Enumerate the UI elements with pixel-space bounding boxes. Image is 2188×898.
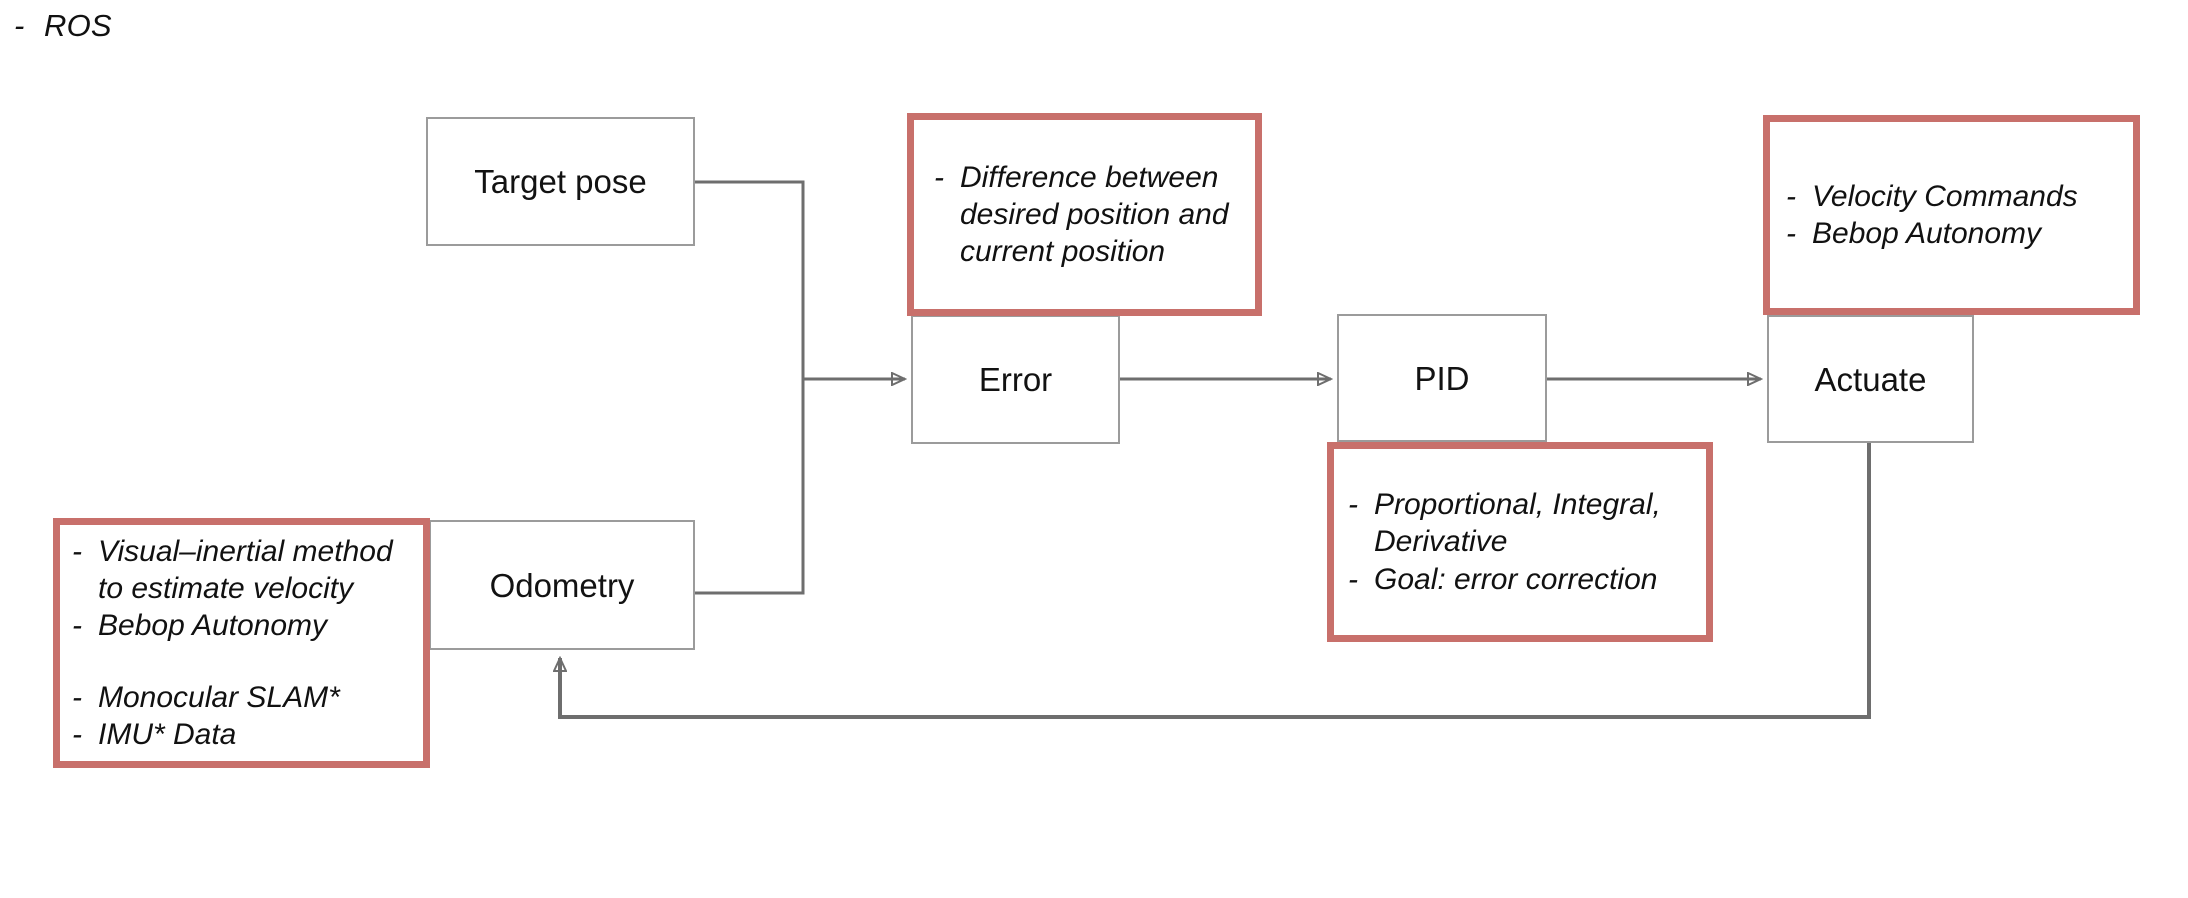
node-odometry-label: Odometry xyxy=(489,566,635,604)
annotation-odometry-spacer xyxy=(72,645,411,679)
annotation-odometry-bullet: - IMU* Data xyxy=(72,716,411,753)
bullet-dash: - xyxy=(72,717,82,751)
bullet-text: Bebop Autonomy xyxy=(98,609,328,643)
node-actuate[interactable]: Actuate xyxy=(1767,315,1974,443)
bullet-text: Proportional, Integral, Derivative xyxy=(1374,488,1661,559)
node-actuate-label: Actuate xyxy=(1814,360,1927,398)
annotation-pid: - Proportional, Integral, Derivative - G… xyxy=(1327,442,1713,642)
bullet-text: Velocity Commands xyxy=(1812,179,2078,213)
annotation-actuate-bullet: - Velocity Commands xyxy=(1786,178,2117,215)
annotation-actuate-list: - Velocity Commands - Bebop Autonomy xyxy=(1786,178,2117,252)
annotation-actuate-bullet: - Bebop Autonomy xyxy=(1786,215,2117,252)
diagram-canvas: - ROS Target pose Error PID Actuate Odom… xyxy=(0,0,2188,898)
annotation-odometry: - Visual–inertial method to estimate vel… xyxy=(53,518,430,768)
annotation-error: - Difference between desired position an… xyxy=(907,113,1262,316)
annotation-odometry-bullet: - Bebop Autonomy xyxy=(72,607,411,644)
annotation-odometry-bullet: - Visual–inertial method to estimate vel… xyxy=(72,533,411,607)
node-error-label: Error xyxy=(978,361,1053,398)
bullet-text: Visual–inertial method to estimate veloc… xyxy=(98,535,393,606)
header-bullet-dash: - xyxy=(14,8,25,43)
header-note: - ROS xyxy=(14,8,112,44)
bullet-dash: - xyxy=(1348,562,1358,596)
bullet-text: IMU* Data xyxy=(98,717,237,751)
annotation-error-list: - Difference between desired position an… xyxy=(934,159,1235,271)
annotation-actuate: - Velocity Commands - Bebop Autonomy xyxy=(1763,115,2140,315)
bullet-dash: - xyxy=(1786,179,1796,213)
annotation-odometry-list: - Visual–inertial method to estimate vel… xyxy=(72,533,411,753)
bullet-text: Goal: error correction xyxy=(1374,562,1658,596)
node-target-pose-label: Target pose xyxy=(474,163,647,200)
annotation-odometry-bullet: - Monocular SLAM* xyxy=(72,679,411,716)
bullet-dash: - xyxy=(1786,217,1796,250)
annotation-pid-bullet: - Proportional, Integral, Derivative xyxy=(1348,486,1692,560)
node-target-pose[interactable]: Target pose xyxy=(426,117,695,246)
node-odometry[interactable]: Odometry xyxy=(429,520,695,650)
bullet-dash: - xyxy=(72,535,82,569)
bullet-dash: - xyxy=(1348,488,1358,522)
bullet-dash: - xyxy=(72,680,82,714)
bullet-text: Bebop Autonomy xyxy=(1812,217,2042,250)
annotation-pid-list: - Proportional, Integral, Derivative - G… xyxy=(1348,486,1692,598)
annotation-error-bullet: - Difference between desired position an… xyxy=(934,159,1235,271)
bullet-text: Monocular SLAM* xyxy=(98,680,340,714)
bullet-text: Difference between desired position and … xyxy=(960,160,1229,269)
node-pid[interactable]: PID xyxy=(1337,314,1547,442)
header-note-label: ROS xyxy=(44,8,112,43)
bullet-dash: - xyxy=(934,160,944,194)
node-error[interactable]: Error xyxy=(911,315,1120,444)
bullet-dash: - xyxy=(72,609,82,643)
annotation-pid-bullet: - Goal: error correction xyxy=(1348,561,1692,598)
node-pid-label: PID xyxy=(1414,359,1470,397)
